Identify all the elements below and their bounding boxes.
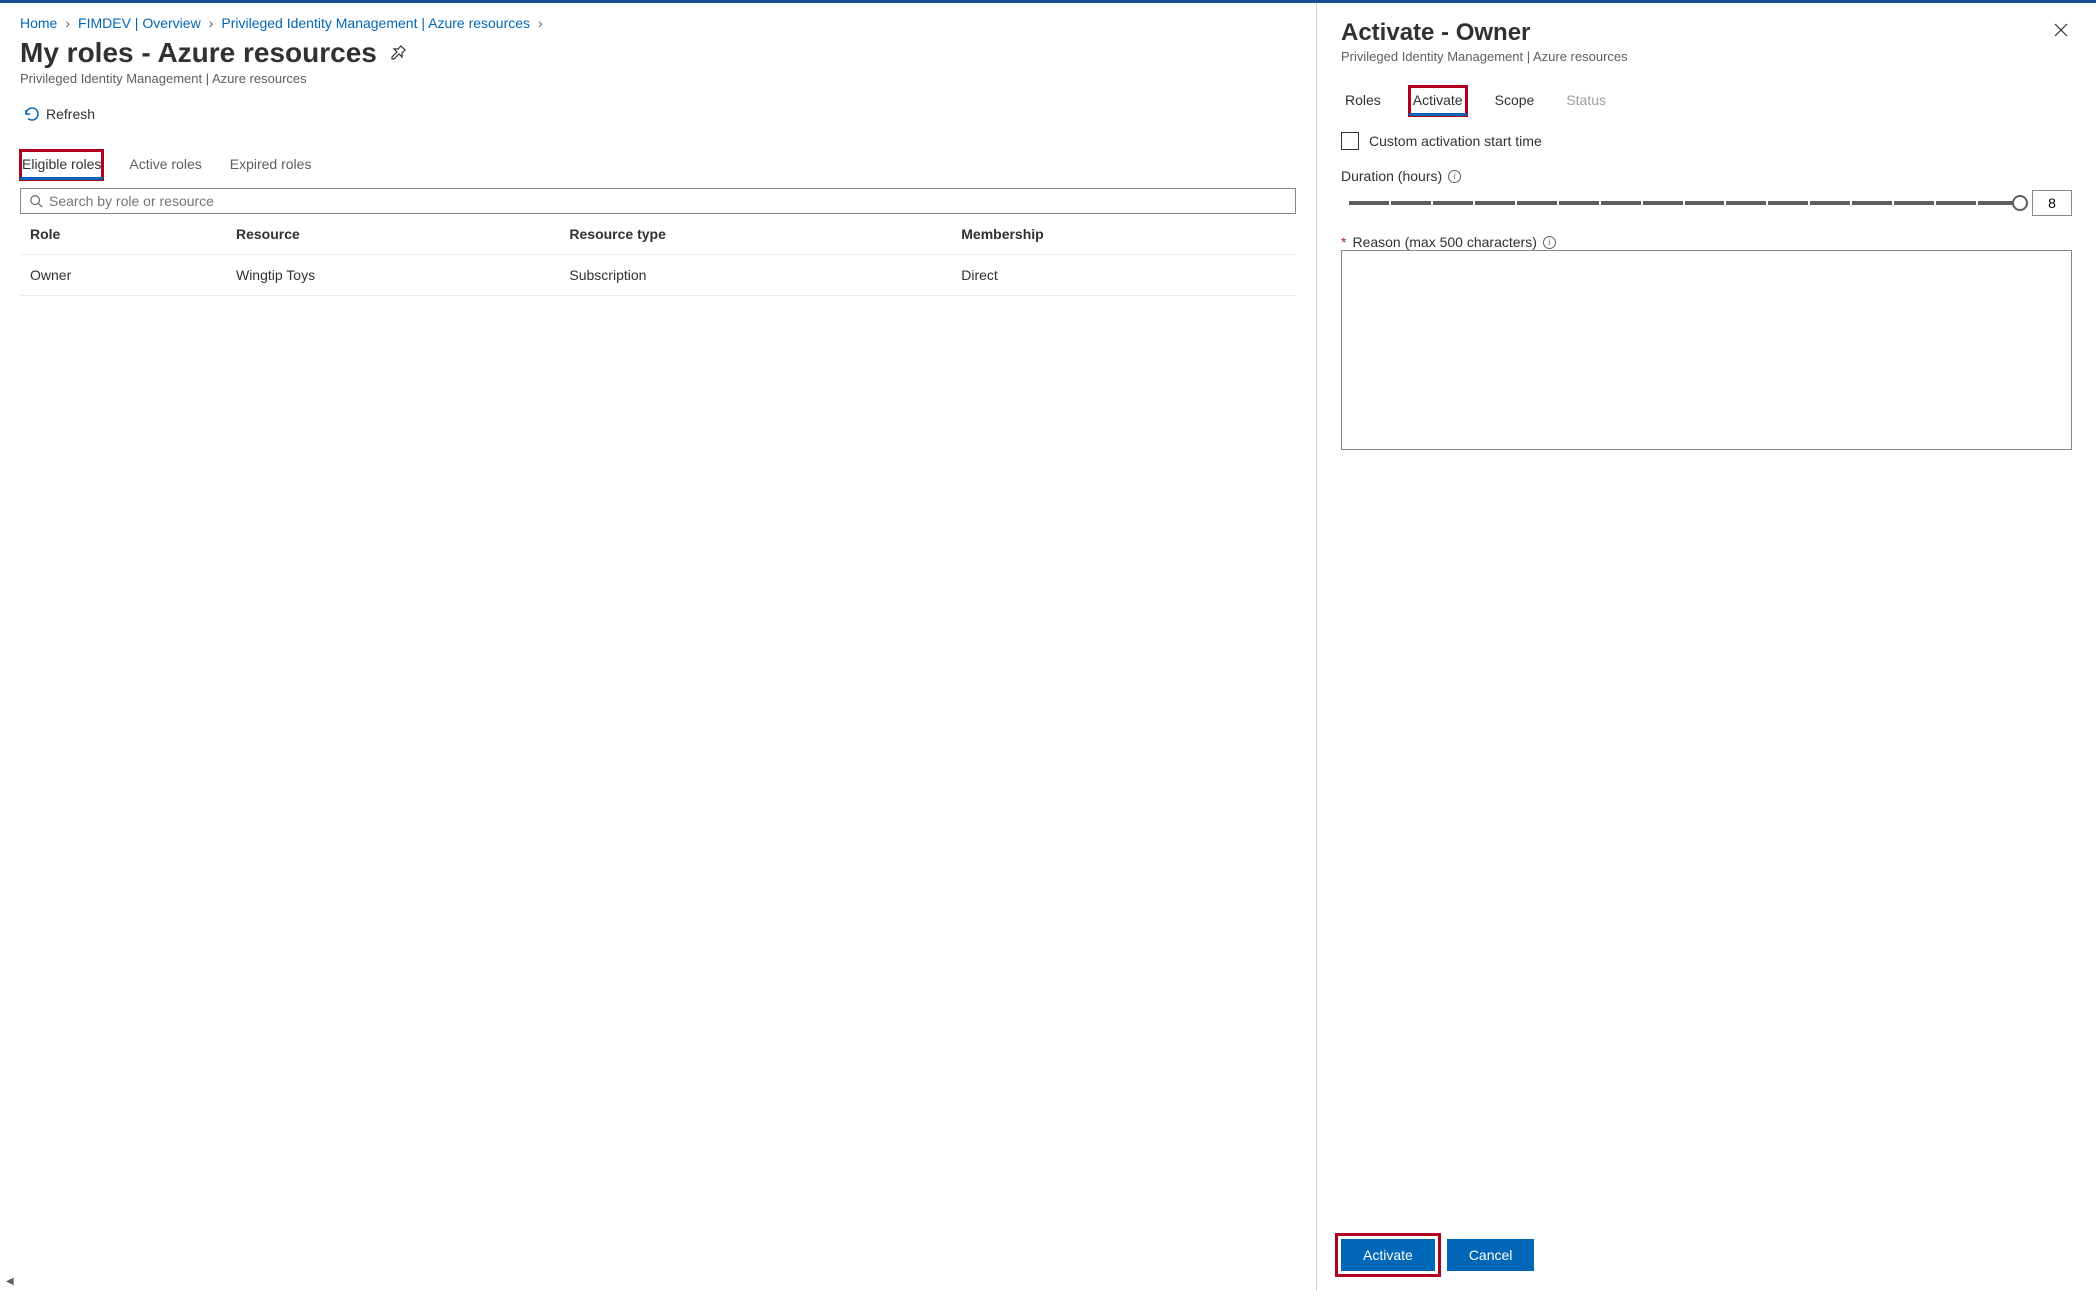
duration-value-input[interactable] xyxy=(2032,190,2072,216)
toolbar: Refresh xyxy=(20,102,1296,126)
col-membership[interactable]: Membership xyxy=(951,214,1296,255)
cell-membership: Direct xyxy=(951,255,1296,296)
reason-textarea[interactable] xyxy=(1341,250,2072,450)
chevron-right-icon: › xyxy=(65,15,70,31)
activate-panel: Activate - Owner Privileged Identity Man… xyxy=(1316,3,2096,1291)
cell-role: Owner xyxy=(20,255,226,296)
activate-button[interactable]: Activate xyxy=(1341,1239,1435,1271)
duration-slider[interactable] xyxy=(1341,190,2072,216)
slider-track[interactable] xyxy=(1349,201,2020,205)
search-icon xyxy=(29,194,43,208)
panel-subtitle: Privileged Identity Management | Azure r… xyxy=(1341,49,1628,64)
chevron-right-icon: › xyxy=(209,15,214,31)
breadcrumb: Home › FIMDEV | Overview › Privileged Id… xyxy=(20,15,1296,31)
breadcrumb-fimdev[interactable]: FIMDEV | Overview xyxy=(78,15,201,31)
reason-label: Reason (max 500 characters) xyxy=(1352,234,1536,250)
scroll-left-icon[interactable]: ◀ xyxy=(6,1276,14,1287)
breadcrumb-home[interactable]: Home xyxy=(20,15,57,31)
close-icon xyxy=(2054,23,2068,37)
page-subtitle: Privileged Identity Management | Azure r… xyxy=(20,71,1296,86)
refresh-label: Refresh xyxy=(46,106,95,122)
page-title: My roles - Azure resources xyxy=(20,37,377,69)
duration-field: Duration (hours) i xyxy=(1341,168,2072,216)
custom-start-label: Custom activation start time xyxy=(1369,133,1542,149)
panel-footer: Activate Cancel xyxy=(1341,1219,2072,1271)
panel-tab-scope[interactable]: Scope xyxy=(1491,86,1539,116)
cell-resource-type: Subscription xyxy=(559,255,951,296)
panel-tab-activate[interactable]: Activate xyxy=(1409,86,1467,116)
panel-title: Activate - Owner xyxy=(1341,19,1628,47)
panel-tab-roles[interactable]: Roles xyxy=(1341,86,1385,116)
cancel-button[interactable]: Cancel xyxy=(1447,1239,1535,1271)
tab-eligible-roles[interactable]: Eligible roles xyxy=(20,150,103,180)
slider-thumb[interactable] xyxy=(2012,195,2028,211)
cell-resource: Wingtip Toys xyxy=(226,255,559,296)
custom-start-row: Custom activation start time xyxy=(1341,132,2072,150)
col-role[interactable]: Role xyxy=(20,214,226,255)
search-input[interactable] xyxy=(49,193,1287,209)
tab-expired-roles[interactable]: Expired roles xyxy=(228,150,314,180)
reason-field: * Reason (max 500 characters) i xyxy=(1341,234,2072,453)
breadcrumb-pim[interactable]: Privileged Identity Management | Azure r… xyxy=(221,15,530,31)
close-button[interactable] xyxy=(2050,19,2072,46)
info-icon[interactable]: i xyxy=(1543,236,1556,249)
col-resource-type[interactable]: Resource type xyxy=(559,214,951,255)
col-resource[interactable]: Resource xyxy=(226,214,559,255)
table-header-row: Role Resource Resource type Membership xyxy=(20,214,1296,255)
duration-label: Duration (hours) xyxy=(1341,168,1442,184)
panel-tabs: Roles Activate Scope Status xyxy=(1341,86,2072,116)
refresh-button[interactable]: Refresh xyxy=(20,102,99,126)
panel-header: Activate - Owner Privileged Identity Man… xyxy=(1341,19,2072,64)
table-row[interactable]: Owner Wingtip Toys Subscription Direct xyxy=(20,255,1296,296)
panel-tab-status: Status xyxy=(1562,86,1610,116)
pin-icon[interactable] xyxy=(391,44,407,63)
activate-form: Custom activation start time Duration (h… xyxy=(1341,132,2072,453)
main-content: Home › FIMDEV | Overview › Privileged Id… xyxy=(0,3,1316,1291)
main-tabs: Eligible roles Active roles Expired role… xyxy=(20,150,1296,180)
info-icon[interactable]: i xyxy=(1448,170,1461,183)
search-row xyxy=(20,188,1296,214)
page-title-row: My roles - Azure resources xyxy=(20,37,1296,69)
tab-active-roles[interactable]: Active roles xyxy=(127,150,203,180)
required-indicator: * xyxy=(1341,234,1346,250)
refresh-icon xyxy=(24,106,40,122)
chevron-right-icon: › xyxy=(538,15,543,31)
custom-start-checkbox[interactable] xyxy=(1341,132,1359,150)
roles-table: Role Resource Resource type Membership O… xyxy=(20,214,1296,296)
